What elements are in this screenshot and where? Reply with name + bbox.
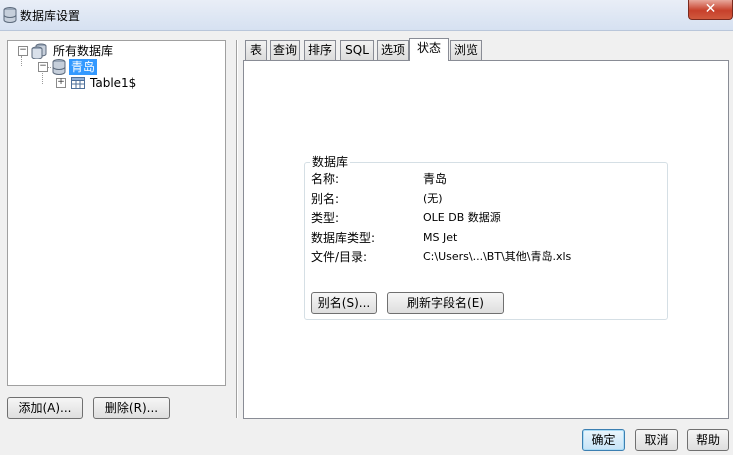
tab-table[interactable]: 表 [245,40,267,60]
tree-item-table[interactable]: + Table1$ [55,75,205,91]
info-row-db-type: 数据库类型: MS Jet [311,230,661,246]
info-row-type: 类型: OLE DB 数据源 [311,210,661,226]
expand-icon[interactable]: + [56,78,66,88]
splitter[interactable] [236,40,238,418]
info-value: MS Jet [423,231,458,244]
tab-options[interactable]: 选项 [377,40,409,60]
tab-query[interactable]: 查询 [270,40,300,60]
tree-item-label: 所有数据库 [53,44,114,58]
info-key: 别名: [311,192,340,206]
alias-button[interactable]: 别名(S)... [311,292,377,314]
info-value: C:\Users\...\BT\其他\青岛.xls [423,250,572,263]
tree-item-database[interactable]: − 青岛 [36,59,186,75]
tree-item-all-databases[interactable]: − 所有数据库 [16,43,216,59]
refresh-field-names-button[interactable]: 刷新字段名(E) [387,292,504,314]
tab-status[interactable]: 状态 [409,38,449,61]
info-key: 数据库类型: [311,231,376,245]
database-icon [3,7,17,23]
group-title: 数据库 [310,155,351,169]
database-tree[interactable]: − 所有数据库 − 青岛 + Table1$ [7,40,226,386]
tree-item-label: Table1$ [90,76,137,90]
close-icon: ✕ [704,1,717,17]
info-key: 名称: [311,172,340,186]
help-button[interactable]: 帮助 [687,429,729,451]
info-value: OLE DB 数据源 [423,211,501,224]
add-button[interactable]: 添加(A)... [7,397,83,419]
window-title: 数据库设置 [20,9,81,23]
close-button[interactable]: ✕ [688,0,733,20]
title-bar: 数据库设置 ✕ [0,0,733,31]
info-value: (无) [423,192,443,205]
collapse-icon[interactable]: − [18,46,28,56]
cancel-button[interactable]: 取消 [635,429,678,451]
tree-item-label: 青岛 [69,59,98,75]
info-row-file: 文件/目录: C:\Users\...\BT\其他\青岛.xls [311,249,661,265]
ok-button[interactable]: 确定 [582,429,625,451]
tab-browse[interactable]: 浏览 [450,40,482,60]
tab-sort[interactable]: 排序 [304,40,336,60]
info-value: 青岛 [423,172,448,186]
tab-sql[interactable]: SQL [340,40,374,60]
table-icon [71,77,85,89]
info-key: 文件/目录: [311,250,368,264]
delete-button[interactable]: 删除(R)... [93,397,170,419]
info-row-alias: 别名: (无) [311,191,661,207]
info-row-name: 名称: 青岛 [311,171,661,187]
database-icon [52,59,66,75]
database-group-icon [31,43,47,59]
collapse-icon[interactable]: − [38,62,48,72]
info-key: 类型: [311,211,340,225]
